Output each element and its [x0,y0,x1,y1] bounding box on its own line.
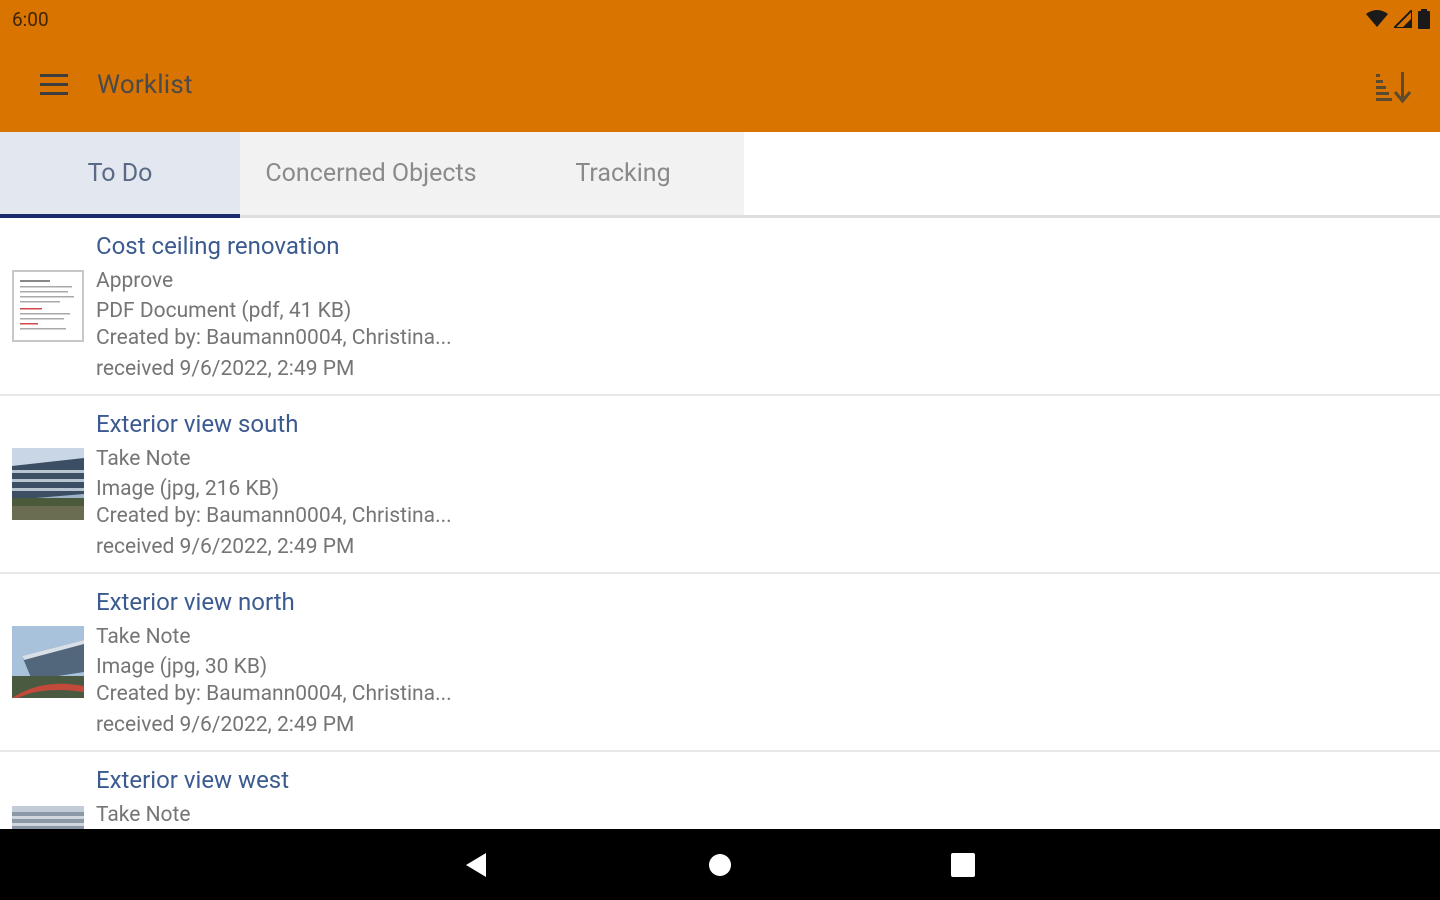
back-triangle-icon [466,853,486,877]
item-title: Exterior view north [96,588,295,616]
home-button[interactable] [702,847,738,883]
item-title: Cost ceiling renovation [96,232,340,260]
list-item[interactable]: Cost ceiling renovation Approve PDF Docu… [0,218,1440,396]
hamburger-icon-line [40,83,68,86]
item-creator: Created by: Baumann0004, Christina... [96,682,452,706]
hamburger-icon-line [40,92,68,95]
back-button[interactable] [458,847,494,883]
recents-button[interactable] [945,847,981,883]
navigation-bar [0,829,1440,900]
status-icons [1366,8,1430,30]
tab-bar: To Do Concerned Objects Tracking [0,132,1440,218]
item-received: received 9/6/2022, 2:49 PM [96,535,355,559]
item-action: Take Note [96,625,191,649]
status-bar: 6:00 [0,0,1440,40]
item-title: Exterior view west [96,766,290,794]
item-creator: Created by: Baumann0004, Christina... [96,326,452,350]
pdf-page-icon [20,280,74,330]
item-action: Take Note [96,803,191,827]
battery-icon [1418,9,1430,29]
list-item[interactable]: Exterior view south Take Note Image (jpg… [0,396,1440,574]
sort-descending-icon [1376,72,1412,104]
recents-square-icon [951,853,975,877]
item-received: received 9/6/2022, 2:49 PM [96,357,355,381]
building-south-image [12,448,84,520]
cell-signal-icon [1394,10,1412,28]
tab-tracking[interactable]: Tracking [502,132,744,215]
building-photo-thumbnail [12,448,84,520]
item-file-info: Image (jpg, 30 KB) [96,655,268,679]
item-received: received 9/6/2022, 2:49 PM [96,713,355,737]
wifi-icon [1366,10,1388,27]
list-item[interactable]: Exterior view north Take Note Image (jpg… [0,574,1440,752]
page-title: Worklist [97,70,193,100]
home-circle-icon [709,854,731,876]
item-file-info: Image (jpg, 216 KB) [96,477,280,501]
tab-concerned-objects[interactable]: Concerned Objects [240,132,502,215]
app-bar: Worklist [0,40,1440,132]
building-north-image [12,626,84,698]
sort-button[interactable] [1374,68,1414,104]
list-item[interactable]: Exterior view west Take Note [0,752,1440,829]
tab-to-do[interactable]: To Do [0,132,240,218]
pdf-document-thumbnail [12,270,84,342]
item-action: Take Note [96,447,191,471]
item-creator: Created by: Baumann0004, Christina... [96,504,452,528]
status-time: 6:00 [12,8,49,31]
hamburger-icon-line [40,74,68,77]
building-west-image [12,806,84,829]
worklist: Cost ceiling renovation Approve PDF Docu… [0,218,1440,829]
item-action: Approve [96,269,174,293]
menu-button[interactable] [38,70,70,102]
building-photo-thumbnail [12,806,84,829]
building-photo-thumbnail [12,626,84,698]
item-file-info: PDF Document (pdf, 41 KB) [96,299,352,323]
item-title: Exterior view south [96,410,299,438]
